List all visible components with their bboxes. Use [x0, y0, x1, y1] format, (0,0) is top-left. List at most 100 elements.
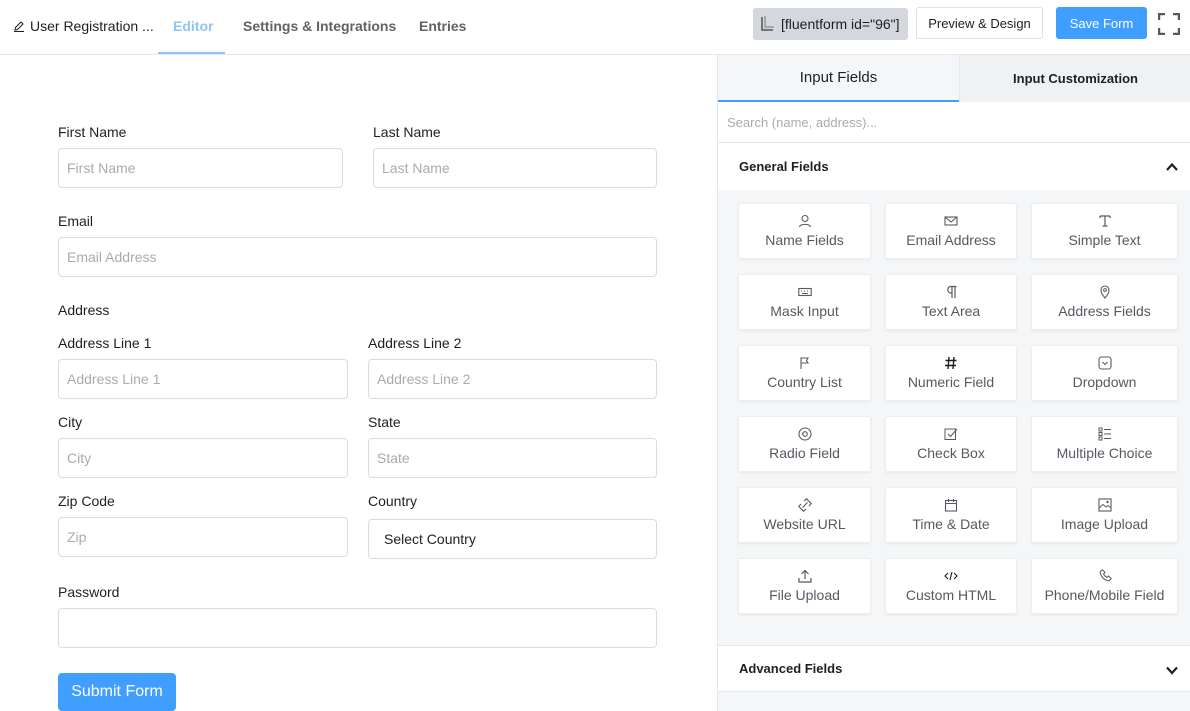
field-card-label: Name Fields: [765, 232, 844, 248]
image-icon: [1097, 498, 1112, 512]
field-card-label: Time & Date: [912, 516, 990, 532]
zip-code-input[interactable]: Zip: [58, 517, 348, 557]
city-input[interactable]: City: [58, 438, 348, 478]
copy-icon: [761, 16, 774, 31]
password-input[interactable]: [58, 608, 657, 648]
tab-input-fields[interactable]: Input Fields: [718, 55, 959, 102]
country-select[interactable]: Select Country: [368, 519, 657, 559]
address-line2-label: Address Line 2: [368, 335, 462, 351]
field-card-text-area[interactable]: Text Area: [885, 274, 1017, 330]
field-card-numeric-field[interactable]: Numeric Field: [885, 345, 1017, 401]
field-card-label: File Upload: [769, 587, 840, 603]
field-card-custom-html[interactable]: Custom HTML: [885, 558, 1017, 614]
field-card-label: Website URL: [763, 516, 846, 532]
code-icon: [944, 571, 958, 581]
field-card-name-fields[interactable]: Name Fields: [738, 203, 871, 259]
field-card-label: Radio Field: [769, 445, 840, 461]
form-title-text: User Registration ...: [30, 18, 154, 34]
text-icon: [1098, 215, 1111, 227]
field-card-multiple-choice[interactable]: Multiple Choice: [1031, 416, 1178, 472]
field-card-dropdown[interactable]: Dropdown: [1031, 345, 1178, 401]
field-card-label: Check Box: [917, 445, 985, 461]
field-card-radio-field[interactable]: Radio Field: [738, 416, 871, 472]
address-section-title: Address: [58, 302, 110, 318]
field-card-label: Address Fields: [1058, 303, 1151, 319]
field-search-input[interactable]: Search (name, address)...: [718, 102, 1190, 143]
form-editor-canvas: First Name First Name Last Name Last Nam…: [0, 55, 717, 711]
chevron-up-icon: [1166, 162, 1178, 171]
top-bar: User Registration ... Editor Settings & …: [0, 0, 1190, 55]
radio-icon: [797, 427, 812, 441]
preview-design-button[interactable]: Preview & Design: [916, 7, 1043, 39]
flag-icon: [799, 357, 809, 369]
field-card-label: Mask Input: [770, 303, 839, 319]
email-label: Email: [58, 213, 94, 229]
shortcode-copy[interactable]: [fluentform id="96"]: [753, 8, 908, 40]
field-card-label: Dropdown: [1072, 374, 1137, 390]
address-line2-input[interactable]: Address Line 2: [368, 359, 657, 399]
user-icon: [798, 214, 811, 228]
field-card-label: Text Area: [921, 303, 981, 319]
field-card-email-address[interactable]: Email Address: [885, 203, 1017, 259]
tab-settings-integrations[interactable]: Settings & Integrations: [243, 18, 396, 34]
save-form-button[interactable]: Save Form: [1056, 7, 1147, 39]
field-card-label: Simple Text: [1068, 232, 1141, 248]
zip-code-label: Zip Code: [58, 493, 115, 509]
field-card-label: Country List: [767, 374, 842, 390]
general-fields-grid: Name Fields Email Address Simple Text Ma…: [718, 190, 1190, 645]
phone-icon: [1098, 569, 1112, 582]
password-label: Password: [58, 584, 120, 600]
map-pin-icon: [1099, 285, 1110, 299]
field-card-label: Phone/Mobile Field: [1044, 587, 1165, 603]
address-line1-label: Address Line 1: [58, 335, 152, 351]
field-card-label: Image Upload: [1060, 516, 1149, 532]
field-card-file-upload[interactable]: File Upload: [738, 558, 871, 614]
field-card-address-fields[interactable]: Address Fields: [1031, 274, 1178, 330]
field-card-phone-mobile-field[interactable]: Phone/Mobile Field: [1031, 558, 1178, 614]
form-title[interactable]: User Registration ...: [13, 18, 154, 34]
keyboard-icon: [797, 287, 812, 297]
active-tab-indicator: [158, 52, 225, 54]
field-card-time-date[interactable]: Time & Date: [885, 487, 1017, 543]
paragraph-icon: [947, 285, 957, 298]
country-label: Country: [368, 493, 418, 509]
tab-input-customization[interactable]: Input Customization: [959, 55, 1190, 102]
list-icon: [1098, 427, 1111, 441]
pencil-icon: [14, 21, 24, 32]
advanced-fields-title: Advanced Fields: [739, 661, 843, 676]
tab-editor[interactable]: Editor: [173, 18, 213, 34]
field-card-website-url[interactable]: Website URL: [738, 487, 871, 543]
city-label: City: [58, 414, 83, 430]
field-card-image-upload[interactable]: Image Upload: [1031, 487, 1178, 543]
field-card-country-list[interactable]: Country List: [738, 345, 871, 401]
email-input[interactable]: Email Address: [58, 237, 657, 277]
field-card-label: Multiple Choice: [1056, 445, 1153, 461]
fullscreen-icon[interactable]: [1158, 13, 1180, 35]
checkbox-icon: [944, 428, 958, 440]
general-fields-header[interactable]: General Fields: [718, 143, 1190, 190]
submit-form-button[interactable]: Submit Form: [58, 673, 176, 711]
envelope-icon: [944, 216, 958, 226]
calendar-icon: [944, 499, 958, 512]
last-name-label: Last Name: [373, 124, 441, 140]
state-input[interactable]: State: [368, 438, 657, 478]
shortcode-text: [fluentform id="96"]: [781, 16, 900, 32]
chevron-down-icon: [1166, 666, 1178, 675]
upload-icon: [797, 569, 812, 583]
tab-entries[interactable]: Entries: [419, 18, 466, 34]
first-name-input[interactable]: First Name: [58, 148, 343, 188]
fields-panel: Input Fields Input Customization Search …: [717, 55, 1190, 711]
field-card-label: Numeric Field: [907, 374, 995, 390]
last-name-input[interactable]: Last Name: [373, 148, 657, 188]
first-name-label: First Name: [58, 124, 127, 140]
hash-icon: [945, 356, 957, 370]
field-card-label: Email Address: [906, 232, 996, 248]
field-card-label: Custom HTML: [905, 587, 997, 603]
address-line1-input[interactable]: Address Line 1: [58, 359, 348, 399]
field-card-check-box[interactable]: Check Box: [885, 416, 1017, 472]
field-card-simple-text[interactable]: Simple Text: [1031, 203, 1178, 259]
general-fields-title: General Fields: [739, 159, 829, 174]
advanced-fields-header[interactable]: Advanced Fields: [718, 645, 1190, 692]
field-card-mask-input[interactable]: Mask Input: [738, 274, 871, 330]
state-label: State: [368, 414, 401, 430]
